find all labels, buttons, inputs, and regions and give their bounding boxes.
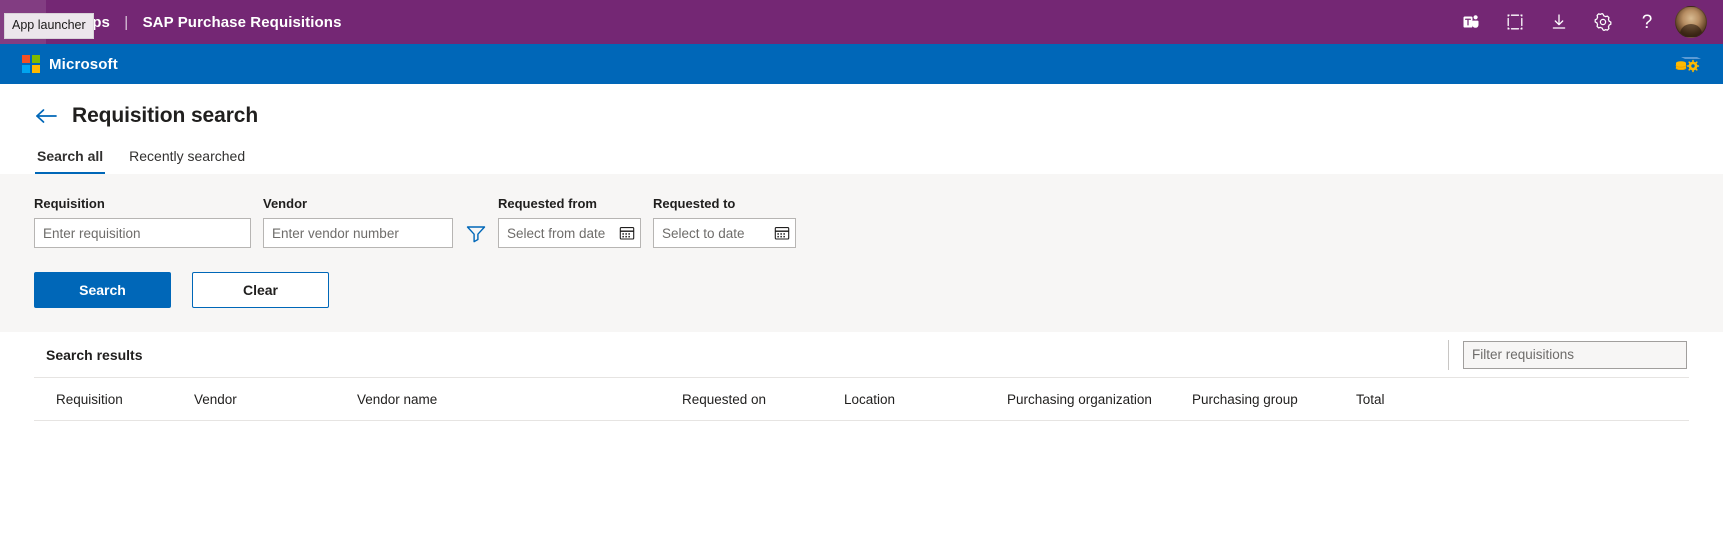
search-field-row: Requisition Vendor Requested from — [34, 196, 1723, 248]
vendor-label: Vendor — [263, 196, 308, 211]
requisition-input[interactable] — [34, 218, 251, 248]
search-results-header: Search results — [34, 332, 1689, 378]
user-avatar[interactable] — [1675, 6, 1707, 38]
vendor-input[interactable] — [263, 218, 453, 248]
table-body-empty — [34, 420, 1689, 511]
brand-separator: | — [124, 13, 129, 31]
column-header-requested-on[interactable]: Requested on — [682, 378, 844, 421]
field-requested-to: Requested to — [653, 196, 796, 248]
calendar-icon-to[interactable] — [773, 224, 791, 242]
top-app-bar: er Apps | SAP Purchase Requisitions — [0, 0, 1723, 44]
column-header-purchasing-group[interactable]: Purchasing group — [1192, 378, 1356, 421]
field-requisition: Requisition — [34, 196, 251, 248]
microsoft-logo-icon — [22, 55, 40, 73]
table-header-row: Requisition Vendor Vendor name Requested… — [34, 378, 1689, 421]
column-header-requisition[interactable]: Requisition — [34, 378, 194, 421]
funnel-filter-icon[interactable] — [453, 218, 498, 248]
tab-search-all[interactable]: Search all — [35, 148, 106, 174]
column-header-vendor[interactable]: Vendor — [194, 378, 357, 421]
column-header-location[interactable]: Location — [844, 378, 1007, 421]
results-header-actions — [1448, 339, 1687, 370]
search-button-row: Search Clear — [34, 272, 1723, 308]
search-form-panel: Requisition Vendor Requested from — [0, 174, 1723, 332]
teams-icon[interactable] — [1449, 0, 1493, 44]
field-requested-from: Requested from — [498, 196, 641, 248]
column-header-purchasing-organization[interactable]: Purchasing organization — [1007, 378, 1192, 421]
filter-requisitions-input[interactable] — [1463, 340, 1687, 369]
gear-icon[interactable] — [1581, 0, 1625, 44]
app-launcher-tooltip: App launcher — [4, 13, 94, 39]
requested-from-label: Requested from — [498, 196, 597, 211]
search-results-section: Search results Requisition Vendor Vendor… — [34, 332, 1689, 512]
screenshot-frame-icon[interactable] — [1493, 0, 1537, 44]
requisitions-table: Requisition Vendor Vendor name Requested… — [34, 378, 1689, 511]
microsoft-bar: Microsoft — [0, 44, 1723, 84]
help-glyph: ? — [1641, 11, 1653, 33]
back-arrow-icon[interactable] — [34, 107, 58, 125]
requested-from-wrapper — [498, 218, 641, 248]
table-header: Requisition Vendor Vendor name Requested… — [34, 378, 1689, 421]
clear-button[interactable]: Clear — [192, 272, 329, 308]
calendar-icon-from[interactable] — [618, 224, 636, 242]
search-results-title: Search results — [46, 346, 143, 363]
column-header-vendor-name[interactable]: Vendor name — [357, 378, 682, 421]
top-bar-actions: ? — [1449, 0, 1709, 44]
search-button[interactable]: Search — [34, 272, 171, 308]
microsoft-wordmark: Microsoft — [49, 55, 118, 73]
requested-to-label: Requested to — [653, 196, 736, 211]
header-divider — [1448, 339, 1449, 370]
requested-to-wrapper — [653, 218, 796, 248]
page-title-row: Requisition search — [34, 104, 1723, 128]
tab-recently-searched[interactable]: Recently searched — [127, 148, 247, 174]
tab-list: Search all Recently searched — [34, 148, 1723, 174]
column-header-total[interactable]: Total — [1356, 378, 1689, 421]
help-icon[interactable]: ? — [1625, 0, 1669, 44]
table-empty-row — [34, 421, 1689, 511]
app-page-title: SAP Purchase Requisitions — [142, 13, 342, 31]
microsoft-logo[interactable]: Microsoft — [22, 55, 118, 73]
page-title: Requisition search — [72, 104, 259, 127]
app-brand[interactable]: er Apps | SAP Purchase Requisitions — [54, 14, 342, 31]
field-vendor: Vendor — [263, 196, 453, 248]
page-header: Requisition search Search all Recently s… — [0, 84, 1723, 174]
data-settings-icon[interactable] — [1671, 53, 1705, 75]
download-icon[interactable] — [1537, 0, 1581, 44]
requisition-label: Requisition — [34, 196, 105, 211]
